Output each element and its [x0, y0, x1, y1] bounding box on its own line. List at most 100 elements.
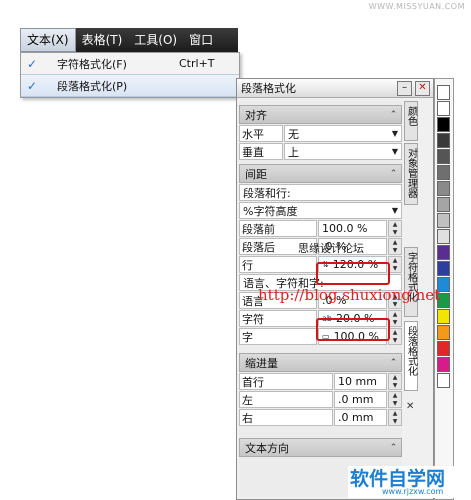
watermark-logo-url: www.rjzxw.com — [382, 487, 444, 496]
color-swatch[interactable] — [437, 117, 450, 132]
collapse-icon[interactable]: ⌃ — [386, 110, 401, 120]
before-paragraph-input[interactable]: 100.0 % — [318, 220, 387, 237]
menu-item-label: 字符格式化(F) — [57, 57, 127, 71]
section-spacing-header[interactable]: 间距 ⌃ — [239, 164, 402, 183]
section-direction-header[interactable]: 文本方向 ⌃ — [239, 438, 402, 457]
spin-up-icon[interactable]: ▲ — [389, 329, 401, 337]
color-swatch[interactable] — [437, 245, 450, 260]
spin-up-icon[interactable]: ▲ — [389, 374, 401, 382]
left-indent-row: 左 .0 mm ▲ ▼ — [239, 391, 402, 408]
spin-down-icon[interactable]: ▼ — [389, 229, 401, 237]
watermark-logo: 软件自学网 www.rjzxw.com — [348, 466, 470, 498]
group-label: 段落和行: — [239, 184, 402, 201]
dropdown-arrow-icon: ▼ — [391, 129, 398, 138]
menu-item-shortcut: Ctrl+T — [179, 57, 215, 70]
color-swatch[interactable] — [437, 133, 450, 148]
color-swatch[interactable] — [437, 181, 450, 196]
spinner[interactable]: ▲ ▼ — [388, 310, 402, 327]
horizontal-align-select[interactable]: 无 ▼ — [284, 125, 402, 142]
spinner[interactable]: ▲ ▼ — [388, 373, 402, 390]
color-swatch[interactable] — [437, 85, 450, 100]
color-swatch[interactable] — [437, 261, 450, 276]
field-label: 字符 — [239, 310, 317, 327]
tab-color[interactable]: 颜色 — [404, 101, 418, 141]
field-label: 行 — [239, 256, 317, 273]
menu-bar: 文本(X) 表格(T) 工具(O) 窗口 — [20, 28, 238, 52]
color-swatch[interactable] — [437, 229, 450, 244]
tab-label: 对象管理器 — [405, 148, 417, 198]
color-swatch[interactable] — [437, 149, 450, 164]
spin-up-icon[interactable]: ▲ — [389, 311, 401, 319]
right-indent-input[interactable]: .0 mm — [334, 409, 387, 426]
spin-up-icon[interactable]: ▲ — [389, 221, 401, 229]
menu-item-paragraph-formatting[interactable]: ✓ 段落格式化(P) — [21, 74, 239, 97]
spin-up-icon[interactable]: ▲ — [389, 392, 401, 400]
section-indent-header[interactable]: 缩进量 ⌃ — [239, 353, 402, 372]
spin-down-icon[interactable]: ▼ — [389, 319, 401, 327]
spin-up-icon[interactable]: ▲ — [389, 410, 401, 418]
color-swatch[interactable] — [437, 341, 450, 356]
align-vertical-row: 垂直 上 ▼ — [239, 143, 402, 160]
watermark-top-url: WWW.MISSYUAN.COM — [368, 2, 465, 11]
spin-down-icon[interactable]: ▼ — [389, 337, 401, 345]
menu-tools[interactable]: 工具(O) — [128, 29, 183, 51]
section-title: 缩进量 — [245, 356, 278, 370]
tab-paragraph-formatting[interactable]: 段落格式化 — [404, 321, 418, 391]
menu-item-character-formatting[interactable]: ✓ 字符格式化(F) Ctrl+T — [21, 53, 239, 74]
spinner[interactable]: ▲ ▼ — [388, 256, 402, 273]
spin-down-icon[interactable]: ▼ — [389, 247, 401, 255]
color-swatch[interactable] — [437, 165, 450, 180]
section-align-header[interactable]: 对齐 ⌃ — [239, 105, 402, 124]
close-button[interactable]: ✕ — [415, 80, 430, 96]
select-value: %字符高度 — [243, 204, 298, 218]
spin-down-icon[interactable]: ▼ — [389, 265, 401, 273]
spin-up-icon[interactable]: ▲ — [389, 239, 401, 247]
spinner[interactable]: ▲ ▼ — [388, 220, 402, 237]
field-label: 垂直 — [239, 143, 283, 160]
field-label: 右 — [239, 409, 333, 426]
left-indent-input[interactable]: .0 mm — [334, 391, 387, 408]
color-swatch[interactable] — [437, 213, 450, 228]
color-swatch[interactable] — [437, 309, 450, 324]
tab-object-manager[interactable]: 对象管理器 — [404, 143, 418, 205]
text-menu-dropdown: ✓ 字符格式化(F) Ctrl+T ✓ 段落格式化(P) — [20, 52, 240, 98]
tab-label: 颜色 — [405, 106, 417, 126]
first-line-indent-row: 首行 10 mm ▲ ▼ — [239, 373, 402, 390]
menu-text[interactable]: 文本(X) — [20, 28, 76, 52]
tab-label: 段落格式化 — [405, 326, 417, 376]
right-indent-row: 右 .0 mm ▲ ▼ — [239, 409, 402, 426]
color-swatch[interactable] — [437, 101, 450, 116]
watermark-url: http://blog.shuxiong.net — [258, 286, 441, 304]
minimize-icon: – — [402, 82, 407, 93]
color-swatch[interactable] — [437, 197, 450, 212]
color-swatch[interactable] — [437, 373, 450, 388]
color-swatch[interactable] — [437, 325, 450, 340]
spinner[interactable]: ▲ ▼ — [388, 328, 402, 345]
minimize-button[interactable]: – — [397, 80, 412, 96]
docker-titlebar[interactable]: 段落格式化 – ✕ — [237, 79, 433, 98]
collapse-icon[interactable]: ⌃ — [386, 443, 401, 453]
field-label: 字 — [239, 328, 317, 345]
spinner[interactable]: ▲ ▼ — [388, 391, 402, 408]
spacing-unit-row: %字符高度 ▼ — [239, 202, 402, 219]
collapse-icon[interactable]: ⌃ — [386, 169, 401, 179]
spacing-unit-select[interactable]: %字符高度 ▼ — [239, 202, 402, 219]
color-swatch[interactable] — [437, 357, 450, 372]
menu-table[interactable]: 表格(T) — [76, 29, 129, 51]
menu-window[interactable]: 窗口 — [183, 29, 219, 51]
vertical-align-select[interactable]: 上 ▼ — [284, 143, 402, 160]
collapse-icon[interactable]: ⌃ — [386, 358, 401, 368]
close-icon[interactable]: ✕ — [406, 401, 414, 412]
first-line-indent-input[interactable]: 10 mm — [334, 373, 387, 390]
section-title: 文本方向 — [245, 441, 289, 455]
spin-down-icon[interactable]: ▼ — [389, 418, 401, 426]
spinner[interactable]: ▲ ▼ — [388, 238, 402, 255]
spin-up-icon[interactable]: ▲ — [389, 257, 401, 265]
dropdown-arrow-icon: ▼ — [391, 206, 398, 215]
spinner[interactable]: ▲ ▼ — [388, 409, 402, 426]
check-icon: ✓ — [26, 56, 38, 71]
align-horizontal-row: 水平 无 ▼ — [239, 125, 402, 142]
tab-character-formatting[interactable]: 字符格式化 — [404, 247, 418, 317]
spin-down-icon[interactable]: ▼ — [389, 400, 401, 408]
spin-down-icon[interactable]: ▼ — [389, 382, 401, 390]
